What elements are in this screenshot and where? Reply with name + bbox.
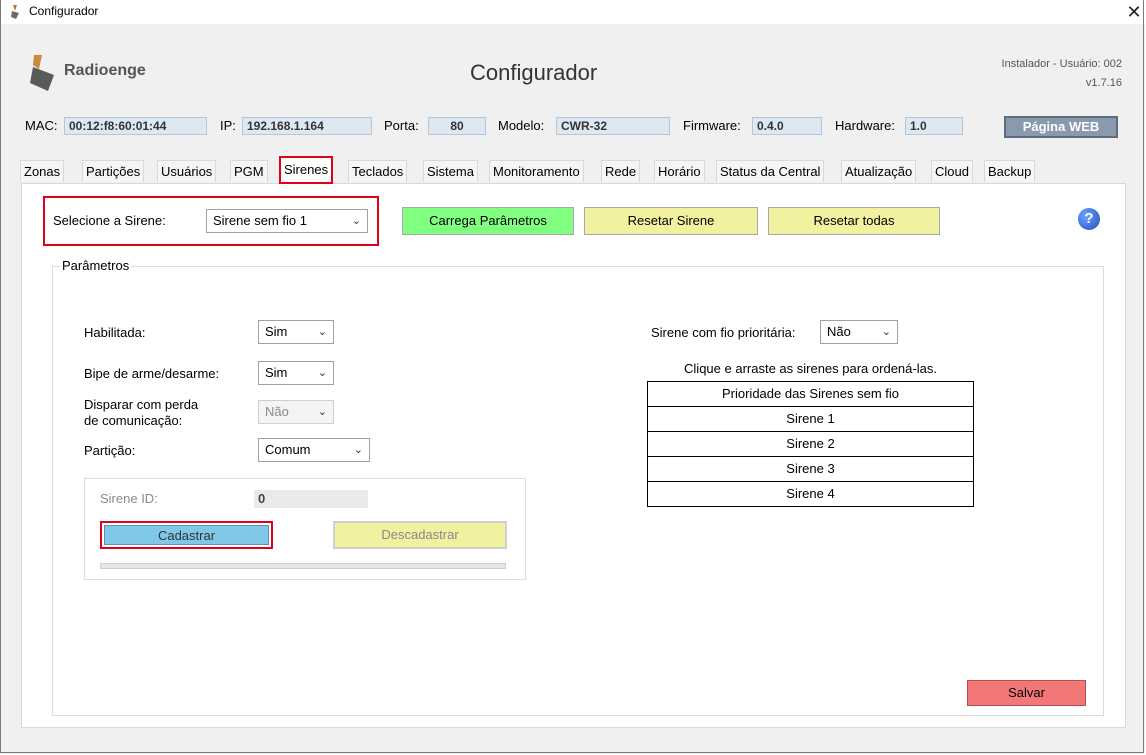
tab-status-da-central[interactable]: Status da Central: [716, 160, 825, 182]
sirene-id-field: 0: [254, 490, 368, 508]
prioritaria-label: Sirene com fio prioritária:: [651, 325, 796, 340]
disparar-label-line-1: Disparar com perda: [84, 397, 199, 412]
tab-pgm[interactable]: PGM: [230, 160, 268, 182]
tab-teclados[interactable]: Teclados: [348, 160, 408, 182]
radioenge-logo-icon: [30, 55, 54, 91]
firmware-field: 0.4.0: [752, 117, 822, 135]
ip-label: IP:: [220, 118, 236, 133]
chevron-down-icon: ⌄: [317, 367, 327, 379]
disparar-value: Não: [265, 404, 289, 419]
hardware-field: 1.0: [905, 117, 963, 135]
chevron-down-icon: ⌄: [351, 215, 361, 227]
tab-particoes[interactable]: Partições: [82, 160, 145, 182]
particao-label: Partição:: [84, 443, 136, 458]
tab-monitoramento[interactable]: Monitoramento: [489, 160, 584, 182]
page-title: Configurador: [470, 60, 598, 85]
chevron-down-icon: ⌄: [317, 406, 327, 418]
tab-sistema[interactable]: Sistema: [423, 160, 478, 182]
sirene-id-label: Sirene ID:: [100, 491, 158, 506]
priority-item[interactable]: Sirene 1: [648, 407, 973, 432]
bipe-value: Sim: [265, 365, 288, 380]
select-sirene-label: Selecione a Sirene:: [53, 213, 166, 228]
tab-zonas[interactable]: Zonas: [20, 160, 65, 182]
firmware-label: Firmware:: [683, 118, 741, 133]
chevron-down-icon: ⌄: [317, 326, 327, 338]
habilitada-select[interactable]: Sim ⌄: [258, 320, 334, 344]
hardware-label: Hardware:: [835, 118, 895, 133]
tab-atualizacao[interactable]: Atualização: [841, 160, 917, 182]
prioritaria-value: Não: [827, 324, 851, 339]
priority-item[interactable]: Sirene 3: [648, 457, 973, 482]
tab-backup[interactable]: Backup: [984, 160, 1036, 182]
priority-table: Prioridade das Sirenes sem fio Sirene 1 …: [647, 381, 974, 507]
reset-sirene-button[interactable]: Resetar Sirene: [584, 207, 758, 235]
drag-hint: Clique e arraste as sirenes para ordená-…: [684, 361, 937, 376]
habilitada-label: Habilitada:: [84, 325, 146, 340]
ip-field: 192.168.1.164: [242, 117, 372, 135]
version-label: v1.7.16: [1085, 77, 1122, 89]
particao-select[interactable]: Comum ⌄: [258, 438, 370, 462]
port-label: Porta:: [384, 118, 419, 133]
chevron-down-icon: ⌄: [353, 444, 363, 456]
particao-value: Comum: [265, 442, 311, 457]
descadastrar-button: Descadastrar: [333, 521, 507, 549]
priority-table-header: Prioridade das Sirenes sem fio: [648, 382, 973, 407]
disparar-label: Disparar com perda de comunicação:: [84, 397, 198, 429]
model-field: CWR-32: [556, 117, 670, 135]
sirene-select[interactable]: Sirene sem fio 1 ⌄: [206, 209, 368, 233]
help-icon[interactable]: ?: [1078, 208, 1100, 230]
bipe-label: Bipe de arme/desarme:: [84, 366, 220, 381]
tab-horario[interactable]: Horário: [654, 160, 705, 182]
web-page-button[interactable]: Página WEB: [1004, 116, 1118, 138]
user-info: Instalador - Usuário: 002 v1.7.16: [940, 55, 1122, 93]
sirene-select-value: Sirene sem fio 1: [213, 213, 307, 228]
disparar-select: Não ⌄: [258, 400, 334, 424]
habilitada-value: Sim: [265, 324, 288, 339]
bipe-select[interactable]: Sim ⌄: [258, 361, 334, 385]
mac-field: 00:12:f8:60:01:44: [64, 117, 207, 135]
cadastrar-button[interactable]: Cadastrar: [100, 521, 273, 549]
registration-progress-bar: [100, 563, 506, 569]
params-group-title: Parâmetros: [60, 258, 132, 273]
tab-sirenes[interactable]: Sirenes: [279, 156, 334, 184]
tab-cloud[interactable]: Cloud: [931, 160, 973, 182]
priority-item[interactable]: Sirene 4: [648, 482, 973, 506]
user-line: Instalador - Usuário: 002: [1001, 58, 1122, 70]
prioritaria-select[interactable]: Não ⌄: [820, 320, 898, 344]
brand-name: Radioenge: [64, 62, 146, 79]
model-label: Modelo:: [498, 118, 545, 133]
tab-rede[interactable]: Rede: [601, 160, 641, 182]
disparar-label-line-2: de comunicação:: [84, 413, 183, 428]
reset-all-button[interactable]: Resetar todas: [768, 207, 940, 235]
load-params-button[interactable]: Carrega Parâmetros: [402, 207, 574, 235]
save-button[interactable]: Salvar: [967, 680, 1086, 706]
priority-item[interactable]: Sirene 2: [648, 432, 973, 457]
mac-label: MAC:: [25, 118, 58, 133]
port-field: 80: [428, 117, 486, 135]
cadastrar-button-label: Cadastrar: [104, 525, 269, 545]
tab-usuarios[interactable]: Usuários: [157, 160, 217, 182]
chevron-down-icon: ⌄: [881, 326, 891, 338]
